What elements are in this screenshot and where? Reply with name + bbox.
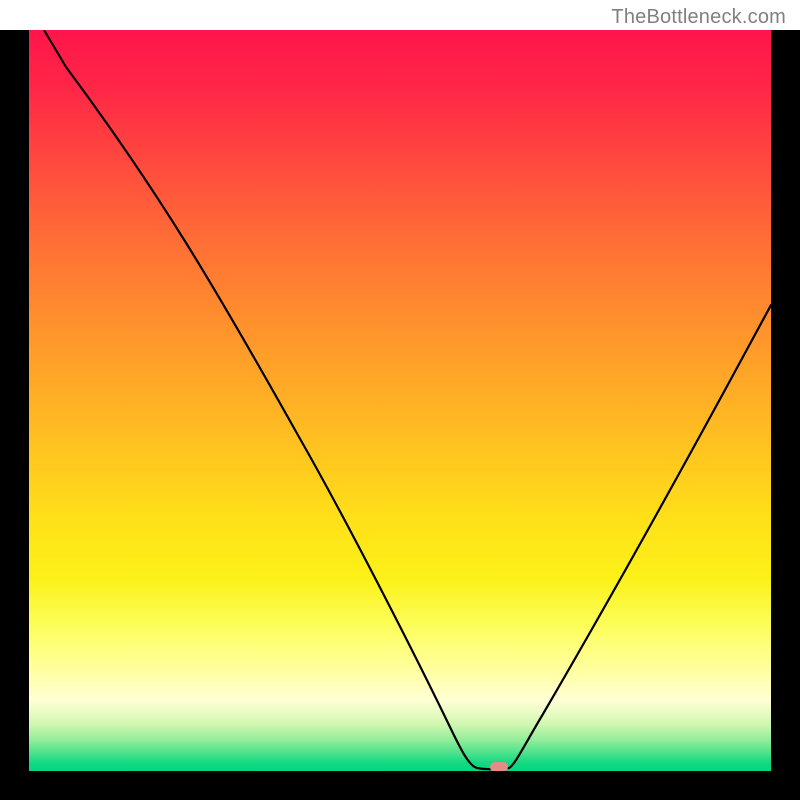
optimal-marker bbox=[490, 762, 508, 771]
bottleneck-curve bbox=[29, 30, 771, 771]
plot-frame bbox=[0, 30, 800, 800]
watermark-text: TheBottleneck.com bbox=[611, 6, 786, 29]
plot-area bbox=[29, 30, 771, 771]
